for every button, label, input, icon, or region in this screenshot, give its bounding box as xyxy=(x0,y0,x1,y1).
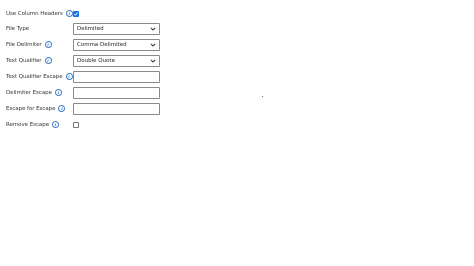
escape-for-escape-label: Escape for Escape i xyxy=(6,101,66,117)
remove-escape-label: Remove Escape i xyxy=(6,117,60,133)
delimiter-escape-row: Delimiter Escape i xyxy=(0,85,180,101)
delimiter-escape-input[interactable] xyxy=(73,87,160,99)
file-type-label: File Type xyxy=(6,26,30,32)
file-delimiter-row: File Delimiter i Comma Delimited xyxy=(0,37,180,53)
text-qualifier-label: Text Qualifier i xyxy=(6,53,52,69)
delimiter-escape-label: Delimiter Escape i xyxy=(6,85,62,101)
text-qualifier-escape-input[interactable] xyxy=(73,71,160,83)
file-type-value: Delimited xyxy=(77,26,104,32)
use-column-headers-row: Use Column Headers i xyxy=(0,6,180,22)
text-qualifier-value: Double Quote xyxy=(77,58,115,64)
chevron-down-icon xyxy=(150,59,156,63)
mouse-cursor xyxy=(262,96,263,97)
use-column-headers-checkbox[interactable] xyxy=(73,11,79,17)
text-qualifier-select[interactable]: Double Quote xyxy=(73,55,160,67)
file-delimiter-select[interactable]: Comma Delimited xyxy=(73,39,160,51)
text-qualifier-escape-row: Text Qualifier Escape i xyxy=(0,69,180,85)
chevron-down-icon xyxy=(150,43,156,47)
chevron-down-icon xyxy=(150,27,156,31)
file-type-select[interactable]: Delimited xyxy=(73,23,160,35)
info-icon[interactable]: i xyxy=(65,72,73,80)
info-icon[interactable]: i xyxy=(44,40,52,48)
info-icon[interactable]: i xyxy=(52,120,60,128)
file-delimiter-label: File Delimiter i xyxy=(6,37,52,53)
escape-for-escape-row: Escape for Escape i xyxy=(0,101,180,117)
remove-escape-checkbox[interactable] xyxy=(73,122,79,128)
info-icon[interactable]: i xyxy=(65,9,73,17)
remove-escape-row: Remove Escape i xyxy=(0,117,180,133)
file-format-settings-form: Use Column Headers i File Type Delimited … xyxy=(0,0,474,266)
use-column-headers-label: Use Column Headers i xyxy=(6,6,73,22)
file-type-row: File Type Delimited xyxy=(0,21,180,37)
info-icon[interactable]: i xyxy=(58,104,66,112)
text-qualifier-escape-label: Text Qualifier Escape i xyxy=(6,69,73,85)
checkmark-icon xyxy=(74,12,78,16)
info-icon[interactable]: i xyxy=(54,88,62,96)
file-delimiter-value: Comma Delimited xyxy=(77,42,127,48)
info-icon[interactable]: i xyxy=(44,56,52,64)
escape-for-escape-input[interactable] xyxy=(73,103,160,115)
text-qualifier-row: Text Qualifier i Double Quote xyxy=(0,53,180,69)
